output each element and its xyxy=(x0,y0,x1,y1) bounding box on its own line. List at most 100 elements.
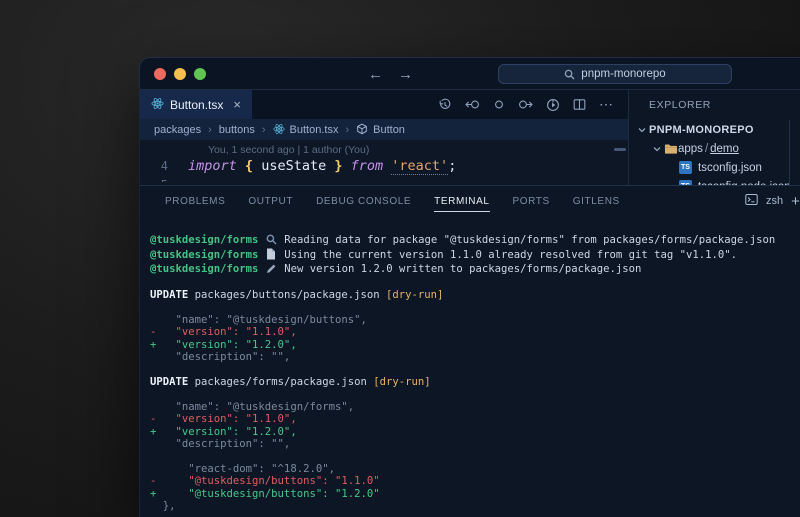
nav-arrows: ← → xyxy=(368,58,413,90)
panel-tab-debug-console[interactable]: DEBUG CONSOLE xyxy=(316,186,411,216)
terminal-text: @tuskdesign/forms xyxy=(150,263,265,275)
editor-actions: ⋯ xyxy=(438,90,628,119)
vscode-window: ← → pnpm-monorepo xyxy=(140,58,800,517)
shell-label[interactable]: zsh xyxy=(766,195,783,207)
tab-button-tsx[interactable]: Button.tsx × xyxy=(140,90,252,119)
magnifier-icon xyxy=(265,233,278,248)
editor-group: Button.tsx × ⋯ packages › buttons › Button.t… xyxy=(140,90,628,185)
terminal-line: "react-dom": "^18.2.0", xyxy=(150,463,800,475)
explorer-title: EXPLORER xyxy=(629,90,800,120)
more-icon[interactable]: ⋯ xyxy=(599,96,614,113)
command-center-search[interactable]: pnpm-monorepo xyxy=(498,64,732,84)
terminal-text: "name": "@tuskdesign/buttons", xyxy=(150,314,367,326)
terminal-line: "name": "@tuskdesign/buttons", xyxy=(150,314,800,326)
split-editor-icon[interactable] xyxy=(573,98,586,111)
react-icon xyxy=(151,97,164,113)
line-number: 4 xyxy=(140,157,188,176)
terminal-text: + "version": "1.2.0", xyxy=(150,426,297,438)
terminal-text: UPDATE xyxy=(150,289,188,301)
panel-tab-terminal[interactable]: TERMINAL xyxy=(434,186,489,216)
terminal-line: }, xyxy=(150,500,800,512)
explorer-tree: apps/demo TS tsconfig.json TStsconfig.node.… xyxy=(629,139,800,185)
terminal-text: Using the current version 1.1.0 already … xyxy=(278,249,737,261)
panel-tab-output[interactable]: OUTPUT xyxy=(248,186,293,216)
breadcrumb-label: Button xyxy=(373,124,405,136)
line-number: 5 xyxy=(140,176,188,182)
terminal-line xyxy=(150,388,800,400)
run-circle-icon[interactable] xyxy=(546,98,560,112)
code-text: import { useState } from 'react'; xyxy=(188,157,456,176)
chevron-down-icon xyxy=(650,145,664,153)
code-token: { xyxy=(245,158,253,174)
panel-tab-gitlens[interactable]: GITLENS xyxy=(573,186,620,216)
terminal-line: - "@tuskdesign/buttons": "1.1.0" xyxy=(150,475,800,487)
next-change-icon[interactable] xyxy=(518,98,533,111)
code-token: ; xyxy=(448,158,456,174)
terminal-text: }, xyxy=(150,500,176,512)
breadcrumb-item-button-tsx[interactable]: Button.tsx xyxy=(273,123,339,138)
terminal-line: @tuskdesign/forms Reading data for packa… xyxy=(150,233,800,248)
terminal-line: "description": "", xyxy=(150,351,800,363)
titlebar: ← → pnpm-monorepo xyxy=(140,58,800,90)
git-blame-annotation: You, 1 second ago | 1 author (You) xyxy=(140,140,628,157)
code-token: useState xyxy=(253,158,334,174)
forward-icon[interactable]: → xyxy=(398,66,413,83)
react-icon xyxy=(273,123,285,138)
tree-item-path-prefix: apps xyxy=(678,143,703,155)
breadcrumb: packages›buttons›Button.tsx›Button xyxy=(140,120,628,140)
sidebar-scrollbar[interactable] xyxy=(789,120,790,185)
terminal-text: "react-dom": "^18.2.0", xyxy=(150,463,335,475)
breadcrumb-item-packages[interactable]: packages xyxy=(154,124,201,136)
close-window-button[interactable] xyxy=(154,68,166,80)
code-line: 4 import { useState } from 'react'; xyxy=(140,157,628,176)
symbol-class-icon xyxy=(356,123,368,138)
terminal-line: UPDATE packages/forms/package.json [dry-… xyxy=(150,376,800,388)
breadcrumb-separator-icon: › xyxy=(208,124,212,136)
breadcrumb-separator-icon: › xyxy=(345,124,349,136)
breadcrumb-item-button[interactable]: Button xyxy=(356,123,405,138)
change-icon[interactable] xyxy=(493,98,505,111)
breadcrumb-label: packages xyxy=(154,124,201,136)
breadcrumb-item-buttons[interactable]: buttons xyxy=(219,124,255,136)
terminal-line xyxy=(150,277,800,289)
back-icon[interactable]: ← xyxy=(368,66,383,83)
history-icon[interactable] xyxy=(438,98,452,112)
terminal-line: + "@tuskdesign/buttons": "1.2.0" xyxy=(150,488,800,500)
code-editor[interactable]: You, 1 second ago | 1 author (You) 4 imp… xyxy=(140,140,628,185)
prev-change-icon[interactable] xyxy=(465,98,480,111)
typescript-file-icon: TS xyxy=(679,161,692,174)
path-separator: / xyxy=(703,143,710,155)
tree-item-label: demo xyxy=(710,143,739,155)
terminal-line: + "version": "1.2.0", xyxy=(150,426,800,438)
terminal-text: "description": "", xyxy=(150,438,290,450)
code-line-clipped: 5 xyxy=(140,176,628,182)
pencil-icon xyxy=(265,262,278,277)
zoom-window-button[interactable] xyxy=(194,68,206,80)
editor-scrollbar-thumb[interactable] xyxy=(614,148,626,151)
close-tab-icon[interactable]: × xyxy=(233,97,241,112)
terminal-text: - "version": "1.1.0", xyxy=(150,326,297,338)
tab-label: Button.tsx xyxy=(170,98,223,112)
tree-item-tsconfig-node-json[interactable]: TStsconfig.node.json xyxy=(629,177,800,185)
panel-tab-problems[interactable]: PROBLEMS xyxy=(165,186,225,216)
code-token: 'react' xyxy=(391,158,448,175)
terminal-line xyxy=(150,364,800,376)
tree-item-demo[interactable]: apps/demo xyxy=(629,139,800,158)
editor-and-sidebar: Button.tsx × ⋯ packages › buttons › Button.t… xyxy=(140,90,800,185)
tree-item-label: tsconfig.json xyxy=(698,162,762,174)
explorer-root-pnpm-monorepo[interactable]: PNPM-MONOREPO xyxy=(629,120,800,139)
terminal-text: [dry-run] xyxy=(386,289,443,301)
new-terminal-icon[interactable]: + xyxy=(791,193,800,210)
breadcrumb-label: buttons xyxy=(219,124,255,136)
bottom-panel: PROBLEMS OUTPUT DEBUG CONSOLE TERMINAL PORTS… xyxy=(140,185,800,517)
terminal-output[interactable]: @tuskdesign/forms Reading data for packa… xyxy=(140,216,800,513)
panel-tab-ports[interactable]: PORTS xyxy=(513,186,550,216)
terminal-text: Reading data for package "@tuskdesign/fo… xyxy=(278,234,775,246)
minimize-window-button[interactable] xyxy=(174,68,186,80)
terminal-line: @tuskdesign/forms Using the current vers… xyxy=(150,248,800,263)
search-value: pnpm-monorepo xyxy=(581,68,665,80)
panel-tab-bar: PROBLEMS OUTPUT DEBUG CONSOLE TERMINAL PORTS… xyxy=(140,186,800,216)
tree-item-tsconfig-json[interactable]: TS tsconfig.json xyxy=(629,158,800,177)
code-token xyxy=(342,158,350,174)
terminal-text: packages/forms/package.json xyxy=(188,376,373,388)
